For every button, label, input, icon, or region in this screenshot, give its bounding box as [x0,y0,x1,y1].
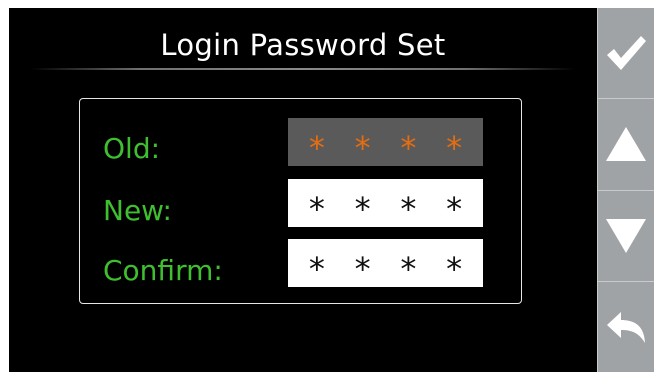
mask-char: * [352,190,373,228]
mask-char: * [398,250,418,288]
new-password-field[interactable]: * * * * [288,179,483,227]
softkey-sidebar [597,8,654,372]
device-frame: Login Password Set Old: * * * * New: * *… [0,0,654,374]
mask-char: * [444,190,464,228]
old-password-label: Old: [103,132,161,165]
mask-char: * [444,129,464,167]
confirm-password-field[interactable]: * * * * [288,239,483,287]
page-title: Login Password Set [160,28,446,62]
confirm-password-label: Confirm: [103,254,223,287]
title-divider [31,68,575,70]
mask-char: * [307,190,327,228]
mask-char: * [398,129,418,167]
arrow-up-icon [606,127,646,162]
mask-char: * [352,250,373,288]
lcd-screen: Login Password Set Old: * * * * New: * *… [9,8,597,372]
mask-char: * [444,250,464,288]
up-button[interactable] [597,99,654,191]
checkmark-icon [607,36,646,71]
mask-char: * [352,129,373,167]
new-password-label: New: [103,194,172,227]
back-icon [607,311,645,343]
arrow-down-icon [606,218,646,253]
back-button[interactable] [597,281,654,372]
down-button[interactable] [597,190,654,282]
mask-char: * [307,250,327,288]
mask-char: * [398,190,418,228]
old-password-field[interactable]: * * * * [288,118,483,166]
confirm-button[interactable] [597,8,654,100]
mask-char: * [307,129,327,167]
